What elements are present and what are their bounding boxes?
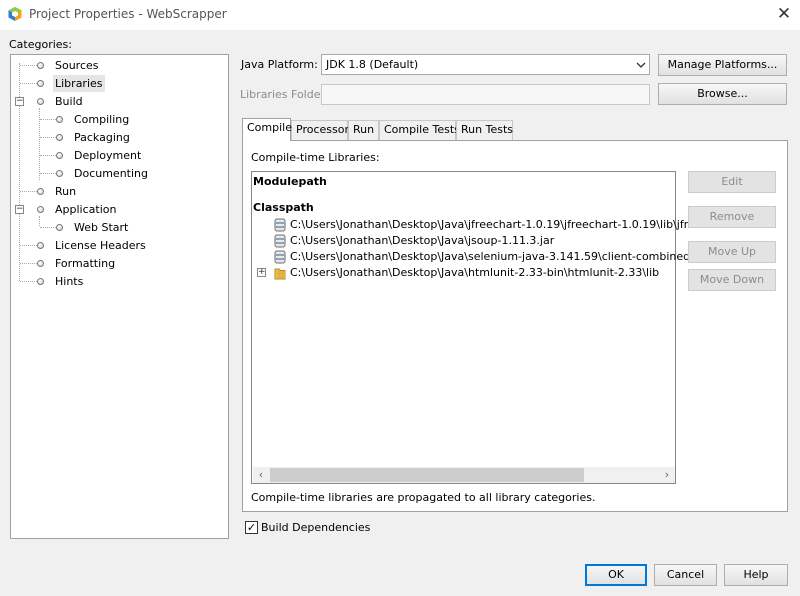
tree-connector: [40, 173, 56, 174]
node-icon: [56, 224, 63, 231]
compile-libraries-heading: Compile-time Libraries:: [251, 151, 380, 164]
netbeans-icon: [8, 7, 22, 21]
tree-connector: [40, 227, 56, 228]
tree-connector: [20, 191, 37, 192]
jar-icon: [274, 250, 286, 264]
scroll-right-icon[interactable]: ›: [659, 467, 675, 483]
edit-button[interactable]: Edit: [688, 171, 776, 193]
modulepath-section: Modulepath: [253, 175, 327, 188]
browse-button[interactable]: Browse...: [658, 83, 787, 105]
node-icon: [37, 206, 44, 213]
category-label: Application: [55, 203, 117, 216]
tab-run[interactable]: Run: [348, 120, 379, 140]
jar-icon: [274, 218, 286, 232]
category-label: Hints: [55, 275, 84, 288]
window-title: Project Properties - WebScrapper: [29, 7, 227, 21]
node-icon: [37, 98, 44, 105]
category-label: License Headers: [55, 239, 146, 252]
build-dependencies-checkbox[interactable]: ✓: [245, 521, 258, 534]
scrollbar-thumb[interactable]: [270, 468, 584, 482]
help-button[interactable]: Help: [724, 564, 788, 586]
category-label: Web Start: [74, 221, 129, 234]
tree-connector: [40, 119, 56, 120]
compile-note: Compile-time libraries are propagated to…: [251, 491, 596, 504]
libraries-folder-label: Libraries Folder:: [240, 88, 329, 101]
tree-connector: [40, 155, 56, 156]
categories-label: Categories:: [9, 38, 72, 51]
collapse-icon[interactable]: −: [15, 205, 24, 214]
scroll-left-icon[interactable]: ‹: [253, 467, 269, 483]
tree-connector: [20, 263, 37, 264]
chevron-down-icon: [636, 62, 646, 68]
category-label: Formatting: [55, 257, 116, 270]
manage-platforms-button[interactable]: Manage Platforms...: [658, 54, 787, 76]
folder-icon: [274, 268, 286, 280]
libraries-folder-field[interactable]: [321, 84, 650, 105]
cancel-button[interactable]: Cancel: [654, 564, 717, 586]
category-label: Libraries: [53, 75, 105, 92]
tree-connector: [20, 83, 37, 84]
ok-button[interactable]: OK: [585, 564, 647, 586]
tree-connector: [20, 245, 37, 246]
compile-libraries-list[interactable]: Modulepath Classpath C:\Users\Jonathan\D…: [251, 171, 719, 484]
tab-compile-tests[interactable]: Compile Tests: [379, 120, 460, 140]
tree-connector: [20, 281, 37, 282]
tree-connector: [40, 137, 56, 138]
horizontal-scrollbar[interactable]: ‹ ›: [253, 467, 675, 483]
close-icon[interactable]: ✕: [776, 3, 792, 25]
node-icon: [37, 242, 44, 249]
categories-tree[interactable]: Sources Libraries − Build Compiling Pack…: [10, 54, 229, 539]
category-label: Compiling: [74, 113, 130, 126]
tab-compile[interactable]: Compile: [242, 118, 292, 141]
node-icon: [56, 170, 63, 177]
category-label: Deployment: [74, 149, 142, 162]
category-label: Sources: [55, 59, 99, 72]
library-path: C:\Users\Jonathan\Desktop\Java\jfreechar…: [290, 218, 715, 231]
node-icon: [37, 260, 44, 267]
node-icon: [56, 152, 63, 159]
expand-icon[interactable]: +: [257, 268, 266, 277]
java-platform-value: JDK 1.8 (Default): [326, 58, 419, 71]
tree-connector: [39, 216, 40, 226]
node-icon: [56, 134, 63, 141]
tab-processor[interactable]: Processor: [291, 120, 349, 140]
move-down-button[interactable]: Move Down: [688, 269, 776, 291]
tree-connector: [20, 65, 37, 66]
node-icon: [37, 62, 44, 69]
node-icon: [37, 188, 44, 195]
category-label: Documenting: [74, 167, 148, 180]
collapse-icon[interactable]: −: [15, 97, 24, 106]
library-path: C:\Users\Jonathan\Desktop\Java\htmlunit-…: [290, 266, 660, 279]
category-label: Packaging: [74, 131, 130, 144]
java-platform-label: Java Platform:: [241, 58, 318, 71]
category-label: Build: [55, 95, 83, 108]
node-icon: [37, 80, 44, 87]
jar-icon: [274, 234, 286, 248]
library-path: C:\Users\Jonathan\Desktop\Java\jsoup-1.1…: [290, 234, 555, 247]
node-icon: [37, 278, 44, 285]
library-path: C:\Users\Jonathan\Desktop\Java\selenium-…: [290, 250, 719, 263]
node-icon: [56, 116, 63, 123]
category-label: Run: [55, 185, 77, 198]
classpath-section: Classpath: [253, 201, 314, 214]
tab-run-tests[interactable]: Run Tests: [456, 120, 513, 140]
move-up-button[interactable]: Move Up: [688, 241, 776, 263]
remove-button[interactable]: Remove: [688, 206, 776, 228]
java-platform-select[interactable]: JDK 1.8 (Default): [321, 54, 650, 75]
build-dependencies-label: Build Dependencies: [261, 521, 371, 534]
